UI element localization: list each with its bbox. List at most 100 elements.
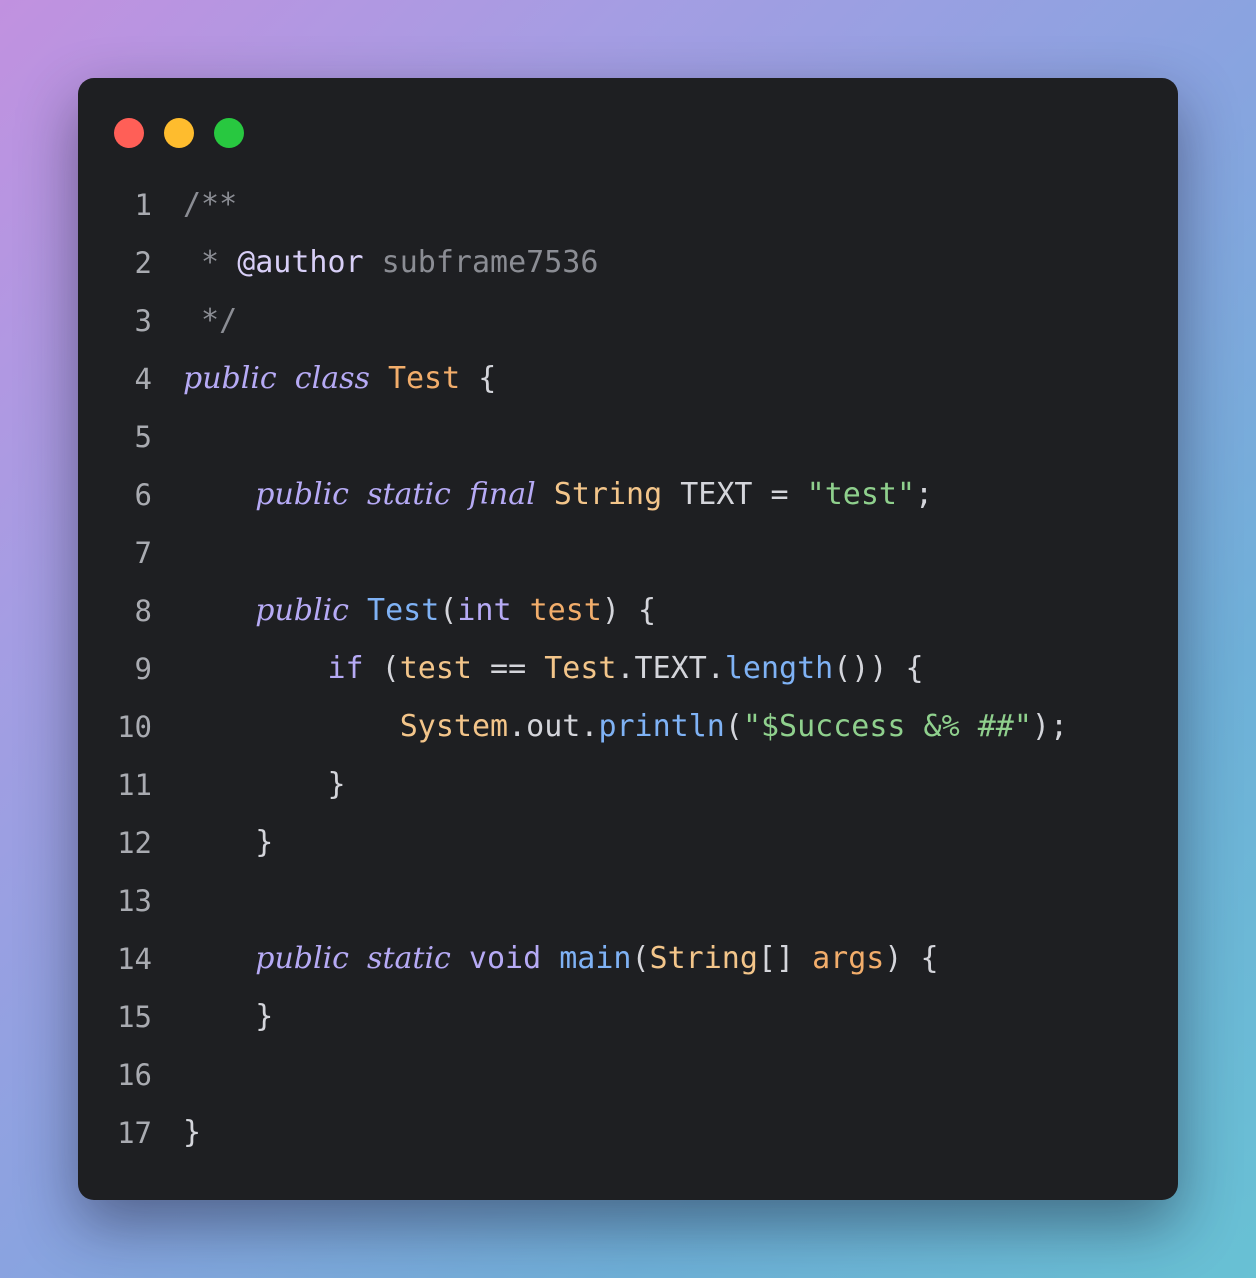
code-token: public xyxy=(255,941,349,976)
line-source: public static void main(String[] args) { xyxy=(183,930,938,988)
code-token: ( xyxy=(631,941,650,976)
code-token: [] xyxy=(757,941,813,976)
code-token: void xyxy=(468,941,542,976)
code-token: subframe7536 xyxy=(363,245,599,280)
code-token: static xyxy=(367,941,451,976)
code-line: 9 if (test == Test.TEXT.length()) { xyxy=(78,640,1178,698)
code-token: public xyxy=(255,593,349,628)
line-number: 8 xyxy=(134,594,152,628)
code-token: } xyxy=(183,825,274,860)
code-line: 12 } xyxy=(78,814,1178,872)
code-token: Test xyxy=(367,593,440,628)
code-token: ; xyxy=(915,477,934,512)
code-token: ( xyxy=(363,651,400,686)
line-source: } xyxy=(183,1104,201,1162)
code-token: int xyxy=(457,593,512,628)
code-token: == xyxy=(472,651,545,686)
code-line: 11 } xyxy=(78,756,1178,814)
code-block: 1/** 2 * @author subframe7536 3 */4 public … xyxy=(78,176,1178,1162)
code-token: } xyxy=(183,767,346,802)
line-number: 5 xyxy=(134,420,152,454)
line-number: 13 xyxy=(117,884,152,918)
maximize-window-dot[interactable] xyxy=(214,118,244,148)
code-line: 2 * @author subframe7536 xyxy=(78,234,1178,292)
line-source: } xyxy=(183,756,346,814)
code-token: final xyxy=(468,477,536,512)
code-token: test xyxy=(399,651,472,686)
code-token: class xyxy=(294,361,370,396)
line-number: 10 xyxy=(117,710,152,744)
code-window: 1/** 2 * @author subframe7536 3 */4 public … xyxy=(78,78,1178,1200)
code-token: } xyxy=(183,1115,202,1150)
code-token: test xyxy=(529,593,602,628)
line-number: 3 xyxy=(134,304,152,338)
code-token: ( xyxy=(439,593,458,628)
code-token: "$Success &% ##" xyxy=(742,709,1032,744)
line-number: 4 xyxy=(134,362,152,396)
code-token: ); xyxy=(1031,709,1069,744)
code-token: */ xyxy=(183,303,238,338)
code-token: TEXT = xyxy=(662,477,807,512)
minimize-window-dot[interactable] xyxy=(164,118,194,148)
line-source: } xyxy=(183,988,273,1046)
code-token: String xyxy=(553,477,663,512)
line-number: 15 xyxy=(117,1000,152,1034)
line-source: */ xyxy=(183,292,237,350)
code-token: Test xyxy=(544,651,617,686)
line-source: } xyxy=(183,814,273,872)
line-source: public class Test { xyxy=(183,350,496,408)
line-source: public static final String TEXT = "test"… xyxy=(183,466,933,524)
code-token: .out. xyxy=(508,709,599,744)
code-token: System xyxy=(399,709,509,744)
line-source: * @author subframe7536 xyxy=(183,234,598,292)
line-number: 14 xyxy=(117,942,152,976)
code-token: /** xyxy=(183,187,238,222)
code-token: static xyxy=(367,477,451,512)
code-line: 5 xyxy=(78,408,1178,466)
code-line: 13 xyxy=(78,872,1178,930)
code-line: 7 xyxy=(78,524,1178,582)
line-source: System.out.println("$Success &% ##"); xyxy=(183,698,1068,756)
code-line: 6 public static final String TEXT = "tes… xyxy=(78,466,1178,524)
code-line: 4 public class Test { xyxy=(78,350,1178,408)
code-token: if xyxy=(327,651,364,686)
code-token: ) { xyxy=(601,593,657,628)
code-token: } xyxy=(183,999,274,1034)
code-token: ()) { xyxy=(833,651,924,686)
code-token: .TEXT. xyxy=(616,651,725,686)
code-line: 3 */ xyxy=(78,292,1178,350)
line-number: 1 xyxy=(134,188,152,222)
line-number: 11 xyxy=(117,768,152,802)
code-token: { xyxy=(460,361,497,396)
code-token: args xyxy=(812,941,885,976)
code-token: Test xyxy=(387,361,461,396)
code-token: public xyxy=(255,477,349,512)
line-number: 12 xyxy=(117,826,152,860)
code-line: 1 /** xyxy=(78,176,1178,234)
code-line: 15 } xyxy=(78,988,1178,1046)
line-source: if (test == Test.TEXT.length()) { xyxy=(183,640,924,698)
line-number: 6 xyxy=(134,478,152,512)
line-number: 17 xyxy=(117,1116,152,1150)
code-token: ( xyxy=(724,709,743,744)
code-line: 8 public Test(int test) { xyxy=(78,582,1178,640)
code-token: String xyxy=(649,941,758,976)
close-window-dot[interactable] xyxy=(114,118,144,148)
line-source: /** xyxy=(183,176,237,234)
code-line: 14 public static void main(String[] args… xyxy=(78,930,1178,988)
